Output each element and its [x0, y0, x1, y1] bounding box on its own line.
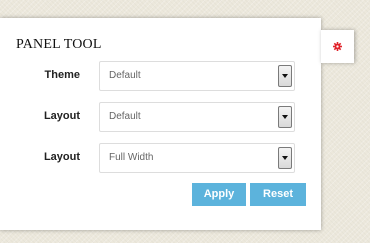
gear-icon[interactable]	[333, 42, 342, 51]
theme-select[interactable]: Default	[99, 61, 295, 91]
panel-toggle-tab[interactable]	[321, 30, 354, 63]
layout-select-value: Default	[109, 111, 141, 122]
layout-label: Layout	[43, 110, 80, 122]
chevron-down-icon[interactable]	[278, 106, 292, 128]
theme-row: Theme Default	[0, 61, 321, 91]
layout-width-label: Layout	[43, 151, 80, 163]
chevron-down-icon[interactable]	[278, 147, 292, 169]
layout-width-row: Layout Full Width	[0, 143, 321, 173]
chevron-down-icon[interactable]	[278, 65, 292, 87]
panel-title: PANEL TOOL	[16, 37, 102, 52]
reset-button[interactable]: Reset	[250, 183, 306, 206]
layout-width-select[interactable]: Full Width	[99, 143, 295, 173]
theme-select-value: Default	[109, 70, 141, 81]
apply-button[interactable]: Apply	[192, 183, 246, 206]
layout-width-select-value: Full Width	[109, 152, 154, 163]
theme-label: Theme	[44, 69, 80, 81]
layout-row: Layout Default	[0, 102, 321, 132]
panel-tool: PANEL TOOL Theme Default Layout Default …	[0, 18, 321, 230]
layout-select[interactable]: Default	[99, 102, 295, 132]
